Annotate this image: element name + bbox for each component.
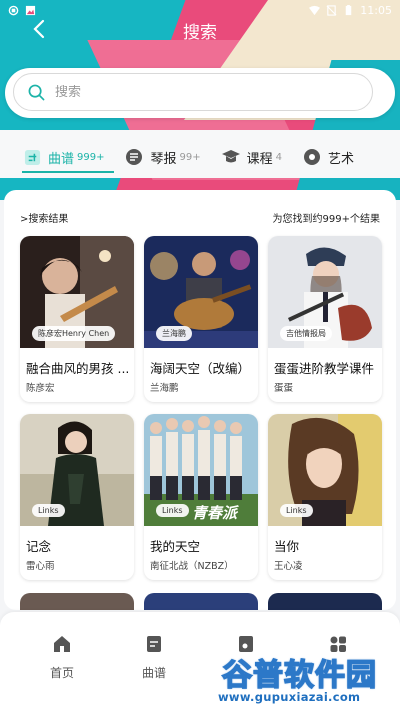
search-results-panel: >搜索结果 为您找到约999+个结果 陈彦宏Henry Chen 融合曲风的男孩… <box>4 190 396 610</box>
card-title: 融合曲风的男孩 ... <box>26 361 130 376</box>
results-summary: 为您找到约999+个结果 <box>272 214 380 225</box>
author-tag: Links <box>280 504 313 517</box>
search-input[interactable] <box>55 84 315 100</box>
search-bar <box>5 68 395 118</box>
watermark-url: www.gupuxiazai.com <box>218 690 361 704</box>
tab-label: 课程 <box>246 151 273 167</box>
tab-count: 999+ <box>77 151 105 163</box>
title-bar: 搜索 <box>0 14 400 46</box>
card-title: 我的天空 <box>150 539 201 554</box>
tab-art[interactable]: 艺术 <box>302 142 354 172</box>
author-tag: Links <box>156 504 189 517</box>
page-title: 搜索 <box>183 22 217 43</box>
result-card-peek[interactable] <box>268 593 382 610</box>
tab-course[interactable]: 课程 4 <box>221 142 282 172</box>
result-card-peek[interactable] <box>144 593 258 610</box>
search-field[interactable] <box>13 73 373 111</box>
card-title: 蛋蛋进阶教学课件 <box>274 361 375 376</box>
card-author: 蛋蛋 <box>274 383 294 394</box>
tab-label: 琴报 <box>150 151 177 167</box>
nav-label: 曲谱 <box>141 666 166 680</box>
card-title: 记念 <box>26 539 52 554</box>
nav-score[interactable]: 曲谱 <box>114 634 194 681</box>
back-button[interactable] <box>24 14 54 44</box>
card-title: 当你 <box>274 539 300 554</box>
author-tag: Links <box>32 504 65 517</box>
active-tab-indicator <box>22 171 114 173</box>
tab-count: 4 <box>275 151 282 163</box>
author-tag: 陈彦宏Henry Chen <box>32 326 116 341</box>
chevron-left-icon <box>33 19 45 39</box>
card-author: 南征北战（NZBZ） <box>150 561 234 572</box>
author-tag: 吉他情报局 <box>280 326 332 341</box>
result-card[interactable]: 兰海鹏 海阔天空（改编） 兰海鹏 <box>144 236 258 402</box>
graduation-cap-icon <box>221 147 241 167</box>
nav-label: 首页 <box>49 666 74 680</box>
result-card[interactable]: 青春派 Links 我的天空 南征北战（NZBZ） <box>144 414 258 580</box>
nav-home[interactable]: 首页 <box>22 634 102 681</box>
card-author: 王心凌 <box>274 561 303 572</box>
newspaper-icon <box>124 147 144 167</box>
result-card[interactable]: 陈彦宏Henry Chen 融合曲风的男孩 ... 陈彦宏 <box>20 236 134 402</box>
card-author: 雷心雨 <box>26 561 55 572</box>
score-icon <box>22 147 42 167</box>
poster-text: 青春派 <box>192 504 238 522</box>
card-author: 兰海鹏 <box>150 383 179 394</box>
result-card[interactable]: Links 当你 王心凌 <box>268 414 382 580</box>
tab-label: 曲谱 <box>48 151 75 167</box>
author-tag: 兰海鹏 <box>156 326 192 341</box>
score-icon <box>147 636 161 652</box>
tab-score[interactable]: 曲谱 999+ <box>22 142 104 172</box>
result-card[interactable]: Links 记念 雷心雨 <box>20 414 134 580</box>
home-icon <box>54 636 70 652</box>
card-title: 海阔天空（改编） <box>150 361 251 376</box>
art-icon <box>302 147 322 167</box>
watermark: 谷普软件园 www.gupuxiazai.com <box>218 650 400 710</box>
results-header: >搜索结果 为您找到约999+个结果 <box>20 210 380 225</box>
result-card-peek[interactable] <box>20 593 134 610</box>
results-heading: >搜索结果 <box>20 214 69 225</box>
tab-label: 艺术 <box>328 151 355 167</box>
tab-count: 99+ <box>179 151 201 163</box>
tab-news[interactable]: 琴报 99+ <box>124 142 201 172</box>
search-icon <box>28 84 45 100</box>
watermark-brand: 谷普软件园 <box>221 657 377 694</box>
card-author: 陈彦宏 <box>26 383 55 394</box>
result-card[interactable]: 吉他情报局 蛋蛋进阶教学课件 蛋蛋 <box>268 236 382 402</box>
